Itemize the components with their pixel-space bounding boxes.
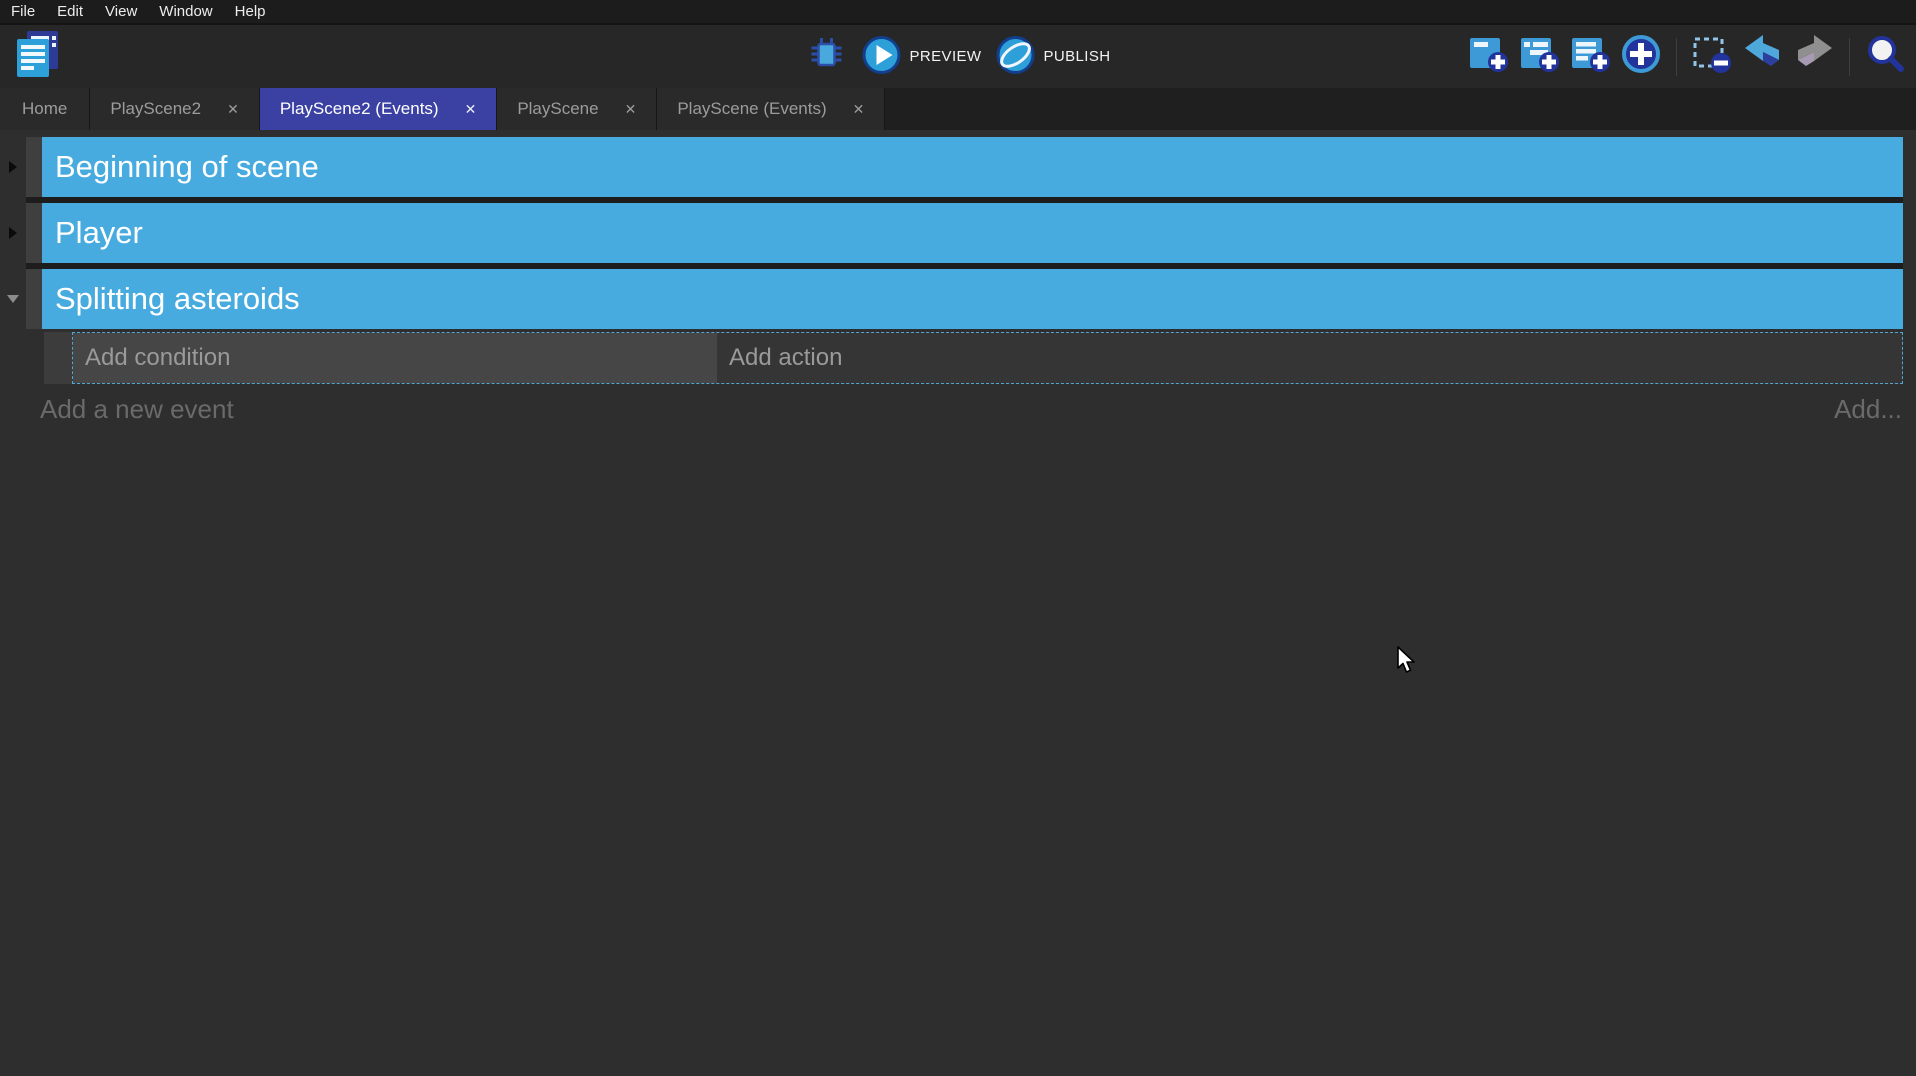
- add-subevent-button[interactable]: [1518, 36, 1560, 78]
- publish-label: PUBLISH: [1043, 48, 1110, 65]
- event-group-bar[interactable]: Splitting asteroids: [42, 269, 1903, 329]
- gdevelop-logo-icon: [12, 28, 62, 85]
- expand-toggle[interactable]: [0, 269, 26, 329]
- add-circle-icon: [1620, 33, 1662, 80]
- event-group-bar[interactable]: Player: [42, 203, 1903, 263]
- event-gutter[interactable]: [26, 203, 42, 263]
- project-manager-button[interactable]: [12, 31, 62, 83]
- expanded-arrow-icon: [7, 295, 19, 303]
- add-condition-label: Add condition: [73, 344, 230, 372]
- delete-selection-button[interactable]: [1691, 36, 1733, 78]
- tab-label: PlayScene2 (Events): [280, 99, 439, 119]
- event-gutter[interactable]: [26, 137, 42, 197]
- gdevelop-window: File Edit View Window Help: [0, 0, 1916, 1076]
- menu-file[interactable]: File: [0, 1, 46, 22]
- events-sheet: Beginning of scene Player Splitting aste…: [0, 130, 1916, 1074]
- debug-button[interactable]: [806, 36, 848, 78]
- add-more-button[interactable]: Add...: [1834, 394, 1902, 425]
- menu-window[interactable]: Window: [148, 1, 223, 22]
- add-comment-button[interactable]: [1569, 36, 1611, 78]
- tab-playscene[interactable]: PlayScene ✕: [497, 88, 657, 130]
- delete-selection-icon: [1691, 33, 1733, 80]
- tab-label: PlayScene2: [110, 99, 201, 119]
- empty-event-row: Add condition Add action: [0, 332, 1903, 384]
- add-choose-button[interactable]: [1620, 36, 1662, 78]
- menu-edit[interactable]: Edit: [46, 1, 94, 22]
- tab-playscene2-events[interactable]: PlayScene2 (Events) ✕: [260, 88, 497, 130]
- expand-toggle[interactable]: [0, 203, 26, 263]
- menu-view[interactable]: View: [94, 1, 148, 22]
- menu-bar: File Edit View Window Help: [0, 0, 1916, 25]
- tab-label: PlayScene: [517, 99, 598, 119]
- undo-icon: [1742, 33, 1784, 80]
- tab-playscene-events[interactable]: PlayScene (Events) ✕: [657, 88, 885, 130]
- debug-bug-icon: [808, 35, 846, 78]
- event-group-row: Player: [0, 203, 1903, 263]
- event-group-row: Splitting asteroids: [0, 269, 1903, 329]
- selected-empty-event: Add condition Add action: [72, 332, 1903, 384]
- event-group-row: Beginning of scene: [0, 137, 1903, 197]
- search-icon: [1864, 33, 1906, 80]
- tab-home[interactable]: Home: [0, 88, 90, 130]
- tab-playscene2[interactable]: PlayScene2 ✕: [90, 88, 259, 130]
- publish-button[interactable]: PUBLISH: [995, 35, 1110, 79]
- event-group-title: Player: [42, 215, 143, 251]
- redo-button[interactable]: [1793, 36, 1835, 78]
- close-icon[interactable]: ✕: [227, 101, 239, 118]
- undo-button[interactable]: [1742, 36, 1784, 78]
- event-group-bar[interactable]: Beginning of scene: [42, 137, 1903, 197]
- collapsed-arrow-icon: [9, 227, 17, 239]
- close-icon[interactable]: ✕: [625, 101, 637, 118]
- event-group-title: Beginning of scene: [42, 149, 319, 185]
- add-event-button[interactable]: [1467, 36, 1509, 78]
- add-comment-icon: [1569, 33, 1611, 80]
- tab-bar: Home PlayScene2 ✕ PlayScene2 (Events) ✕ …: [0, 88, 1916, 130]
- tab-label: Home: [22, 99, 67, 119]
- event-gutter[interactable]: [26, 269, 42, 329]
- add-new-event-button[interactable]: Add a new event: [40, 394, 234, 425]
- add-event-row: Add a new event Add...: [0, 388, 1916, 430]
- main-toolbar: PREVIEW PUBLISH: [0, 25, 1916, 88]
- collapsed-arrow-icon: [9, 161, 17, 173]
- expand-toggle[interactable]: [0, 137, 26, 197]
- add-condition-button[interactable]: Add condition: [73, 333, 717, 383]
- add-subevent-icon: [1518, 33, 1560, 80]
- add-action-label: Add action: [717, 344, 842, 372]
- add-action-button[interactable]: Add action: [717, 333, 1902, 383]
- menu-help[interactable]: Help: [224, 1, 277, 22]
- preview-label: PREVIEW: [910, 48, 982, 65]
- close-icon[interactable]: ✕: [465, 101, 477, 118]
- event-group-title: Splitting asteroids: [42, 281, 300, 317]
- indent-spacer: [0, 332, 44, 384]
- toolbar-separator: [1676, 38, 1677, 76]
- toolbar-separator: [1849, 38, 1850, 76]
- add-event-icon: [1467, 33, 1509, 80]
- close-icon[interactable]: ✕: [853, 101, 865, 118]
- tab-label: PlayScene (Events): [677, 99, 826, 119]
- publish-globe-icon: [995, 35, 1035, 79]
- preview-play-icon: [862, 35, 902, 79]
- subevent-gutter[interactable]: [44, 332, 72, 384]
- search-events-button[interactable]: [1864, 36, 1906, 78]
- redo-icon: [1793, 33, 1835, 80]
- preview-button[interactable]: PREVIEW: [862, 35, 982, 79]
